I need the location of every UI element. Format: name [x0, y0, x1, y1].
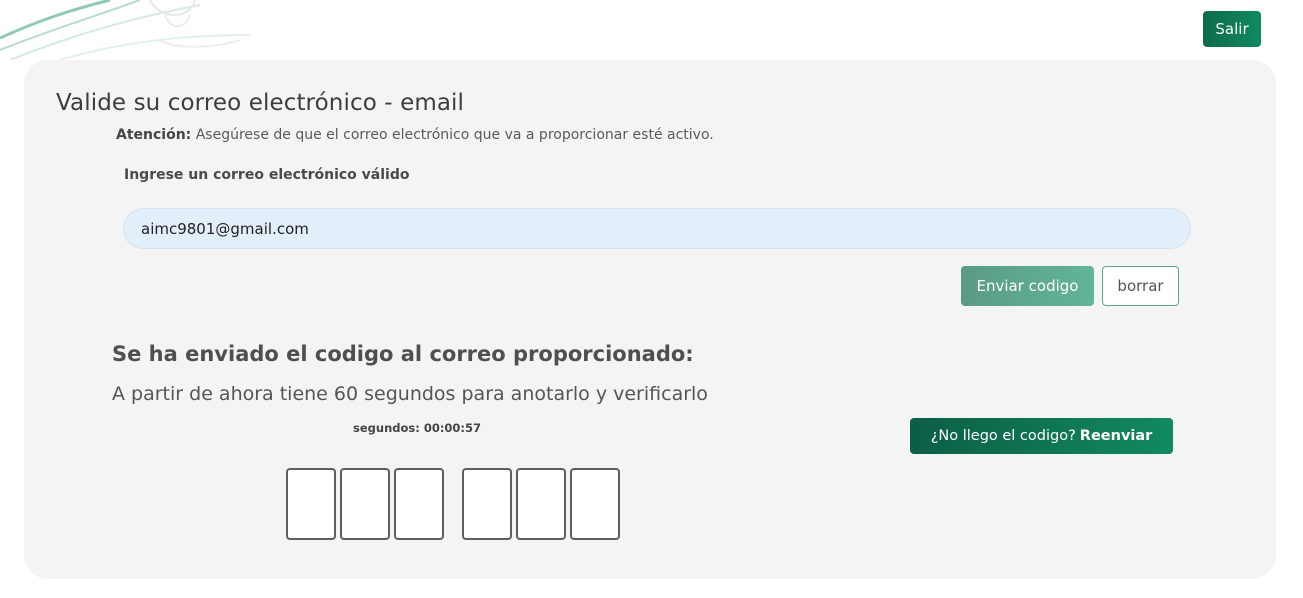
send-code-button[interactable]: Enviar codigo — [961, 266, 1094, 306]
exit-button[interactable]: Salir — [1203, 11, 1261, 47]
resend-action: Reenviar — [1079, 428, 1153, 444]
email-field-label: Ingrese un correo electrónico válido — [124, 167, 410, 183]
email-field[interactable] — [123, 208, 1191, 249]
page-title: Valide su correo electrónico - email — [56, 90, 465, 116]
code-digit-6[interactable] — [570, 468, 620, 540]
code-digit-3[interactable] — [394, 468, 444, 540]
code-sent-subtext: A partir de ahora tiene 60 segundos para… — [112, 383, 708, 405]
code-sent-heading: Se ha enviado el codigo al correo propor… — [112, 342, 694, 366]
code-digit-4[interactable] — [462, 468, 512, 540]
decorative-header-pattern — [0, 0, 251, 60]
code-digit-1[interactable] — [286, 468, 336, 540]
code-digit-5[interactable] — [516, 468, 566, 540]
clear-button[interactable]: borrar — [1102, 266, 1179, 306]
resend-code-button[interactable]: ¿No llego el codigo? Reenviar — [910, 418, 1173, 454]
code-digit-2[interactable] — [340, 468, 390, 540]
email-validation-card: Valide su correo electrónico - email Ate… — [24, 60, 1276, 579]
attention-text: Asegúrese de que el correo electrónico q… — [191, 127, 714, 143]
decorative-dot — [1242, 546, 1244, 548]
attention-note: Atención: Asegúrese de que el correo ele… — [116, 127, 714, 143]
resend-prefix: ¿No llego el codigo? — [930, 428, 1076, 444]
countdown-timer: segundos: 00:00:57 — [353, 421, 482, 435]
attention-label: Atención: — [116, 127, 192, 143]
